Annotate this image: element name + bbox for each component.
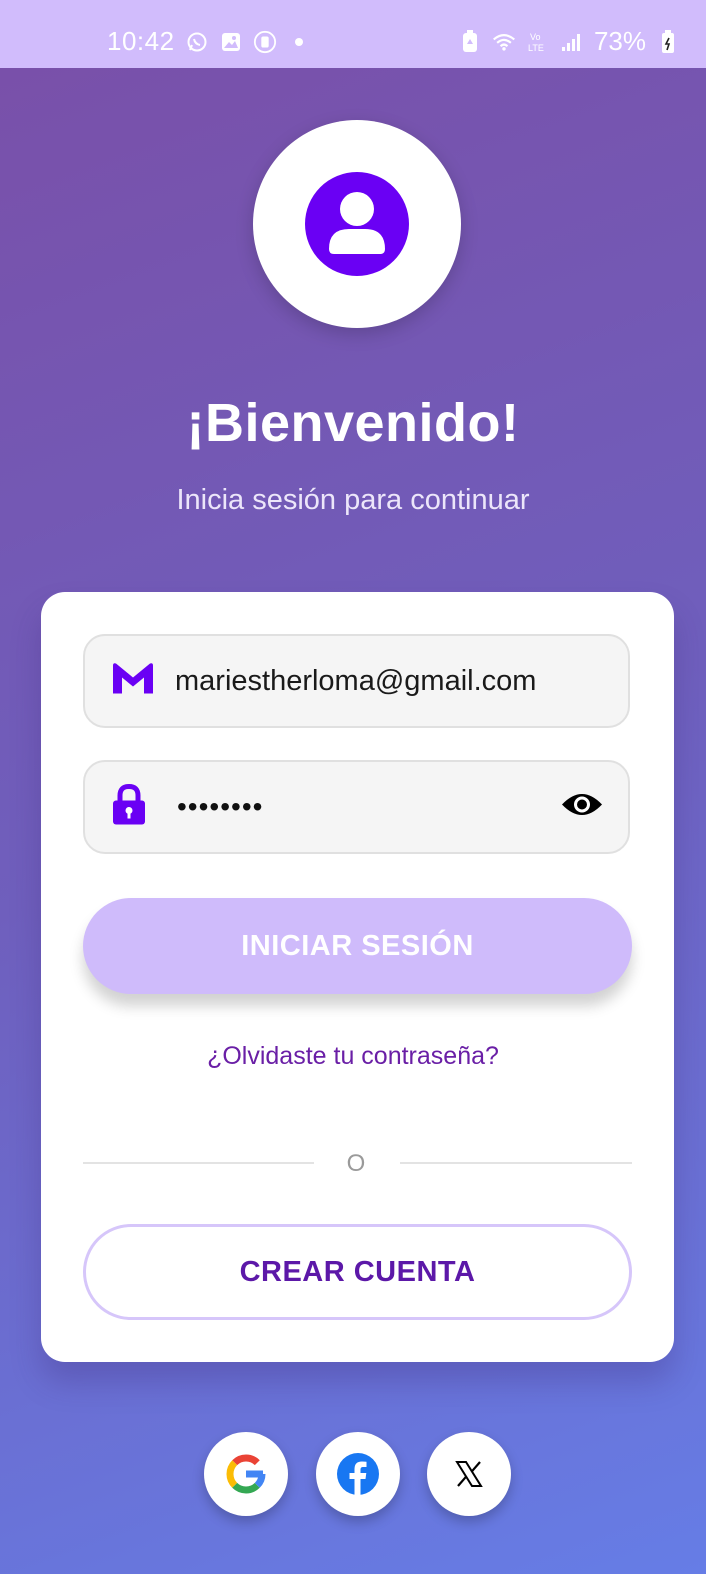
battery-icon	[656, 29, 680, 54]
facebook-login-button[interactable]	[316, 1432, 400, 1516]
create-account-button[interactable]: CREAR CUENTA	[83, 1224, 632, 1320]
lock-icon	[111, 783, 147, 831]
battery-saver-icon	[458, 29, 482, 54]
wifi-icon	[492, 30, 516, 54]
email-input[interactable]	[175, 636, 558, 726]
welcome-title: ¡Bienvenido!	[186, 393, 520, 453]
email-m-icon	[111, 662, 155, 701]
battery-percentage: 73%	[593, 26, 646, 56]
status-right: Vo LTE 73%	[458, 26, 680, 57]
welcome-subtitle: Inicia sesión para continuar	[176, 484, 530, 516]
status-bar: 10:42 Vo LTE 73%	[0, 0, 706, 68]
signal-icon	[560, 30, 584, 54]
password-input[interactable]: ••••••••	[177, 791, 263, 823]
dot-icon	[287, 30, 311, 54]
svg-text:LTE: LTE	[528, 43, 544, 53]
x-login-button[interactable]	[427, 1432, 511, 1516]
user-profile-icon	[305, 172, 409, 276]
divider-left	[83, 1162, 314, 1164]
email-field[interactable]	[83, 634, 630, 728]
x-icon	[455, 1461, 483, 1487]
facebook-icon	[337, 1453, 379, 1495]
forgot-password-link[interactable]: ¿Olvidaste tu contraseña?	[0, 1042, 706, 1071]
show-password-eye-icon[interactable]	[560, 790, 604, 825]
status-time: 10:42	[107, 26, 175, 56]
avatar	[253, 120, 461, 328]
gallery-icon	[219, 30, 243, 54]
volte-icon: Vo LTE	[526, 30, 550, 54]
status-left: 10:42	[107, 26, 311, 57]
google-icon	[226, 1454, 266, 1494]
google-login-button[interactable]	[204, 1432, 288, 1516]
divider-right	[400, 1162, 632, 1164]
svg-text:Vo: Vo	[530, 32, 541, 42]
password-field[interactable]: ••••••••	[83, 760, 630, 854]
divider-or-text: O	[346, 1150, 366, 1177]
screen-record-icon	[253, 30, 277, 54]
whatsapp-icon	[185, 30, 209, 54]
login-button[interactable]: INICIAR SESIÓN	[83, 898, 632, 994]
